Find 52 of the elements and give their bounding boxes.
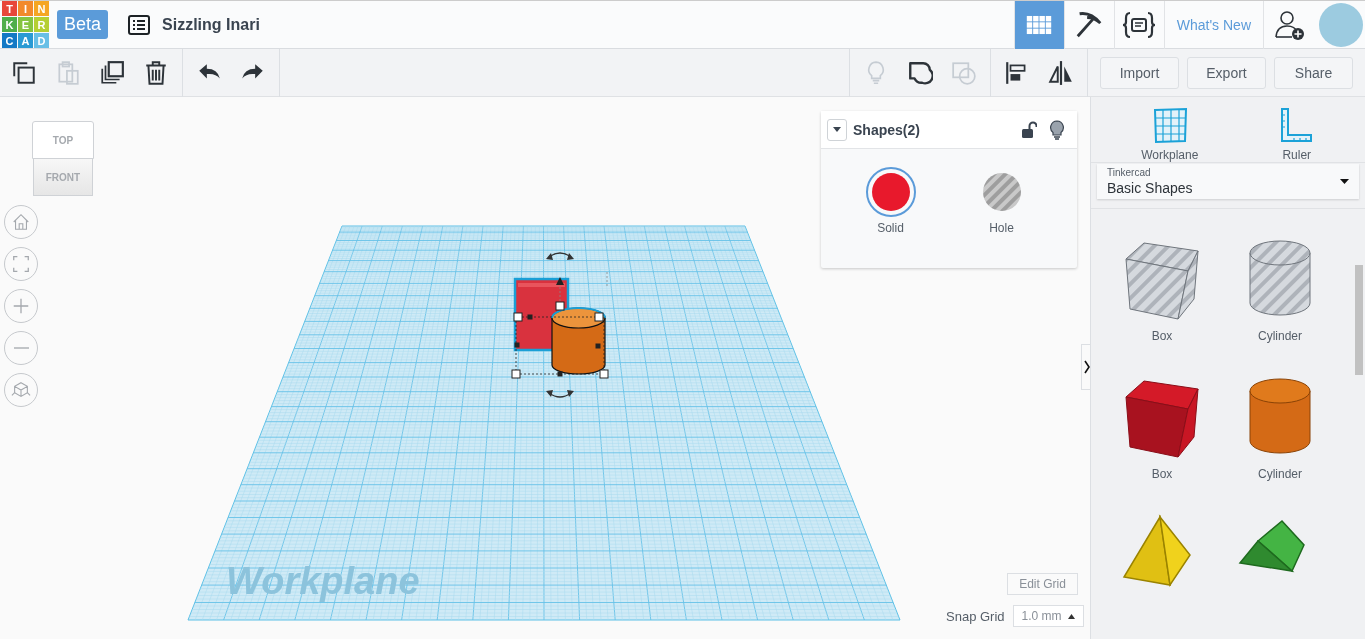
selection-frame-drawing[interactable]: [511, 271, 609, 379]
code-braces-icon: [1122, 9, 1157, 40]
workplane-label: Workplane: [226, 560, 420, 603]
chevron-right-icon: [1083, 360, 1090, 374]
rotate-arrow-icon[interactable]: [546, 252, 574, 260]
hole-option[interactable]: Hole: [976, 167, 1027, 235]
list-icon: [128, 14, 151, 35]
duplicate-icon: [99, 59, 125, 86]
zoom-in-icon: [11, 296, 31, 316]
shape-tile[interactable]: Box: [1103, 235, 1221, 363]
caret-up-icon: [1067, 613, 1075, 619]
merged-shape-icon: [907, 59, 933, 86]
toolbar-button[interactable]: Export: [1187, 56, 1266, 89]
snap-grid-select[interactable]: 1.0 mm: [1012, 605, 1084, 627]
design-title: Sizzling Inari: [162, 15, 260, 34]
grid-icon: [1025, 13, 1054, 36]
design-list-button[interactable]: [128, 14, 151, 35]
ruler-icon: [1278, 107, 1315, 144]
caret-down-icon: [1340, 179, 1349, 184]
mirror-icon: [1048, 59, 1074, 86]
copy-icon: [11, 59, 37, 86]
caret-down-icon: [833, 127, 841, 132]
toolbar-button[interactable]: Import: [1100, 56, 1179, 89]
snap-grid-label: Snap Grid: [946, 608, 1005, 624]
lightbulb-icon: [1049, 119, 1065, 140]
hole-swatch[interactable]: [981, 172, 1022, 212]
cube-icon: [11, 380, 31, 400]
shape-tile[interactable]: Cylinder: [1221, 235, 1339, 363]
scrollbar-thumb[interactable]: [1355, 265, 1363, 375]
inspector-title: Shapes(2): [853, 121, 921, 138]
ruler-tool-button[interactable]: Ruler: [1278, 107, 1315, 162]
add-user-icon: [1274, 9, 1305, 40]
unlock-icon: [1021, 120, 1037, 139]
workplane-tool-button[interactable]: Workplane: [1141, 107, 1199, 162]
shape-library-dropdown[interactable]: Tinkercad Basic Shapes: [1097, 164, 1359, 199]
square-circle-icon: [951, 59, 977, 86]
solid-color-swatch[interactable]: [870, 172, 911, 212]
fit-view-icon: [11, 254, 31, 274]
collapse-button[interactable]: [827, 118, 847, 141]
beta-badge: Beta: [57, 10, 109, 39]
paste-icon: [55, 59, 81, 86]
logo: T I N K E R C A D: [2, 1, 49, 48]
toolbar-button[interactable]: Share: [1274, 56, 1353, 89]
home-icon: [11, 212, 31, 232]
edit-grid-button[interactable]: Edit Grid: [1007, 573, 1078, 595]
rotate-arrow-icon[interactable]: [546, 390, 574, 398]
workplane-grid-icon: [1151, 107, 1188, 144]
trash-icon: [143, 59, 169, 86]
cylinder-shape[interactable]: [551, 307, 606, 375]
shape-tile[interactable]: Box: [1103, 373, 1221, 501]
shape-tile[interactable]: Cylinder: [1221, 373, 1339, 501]
collapse-sidebar-tab[interactable]: [1081, 344, 1090, 390]
